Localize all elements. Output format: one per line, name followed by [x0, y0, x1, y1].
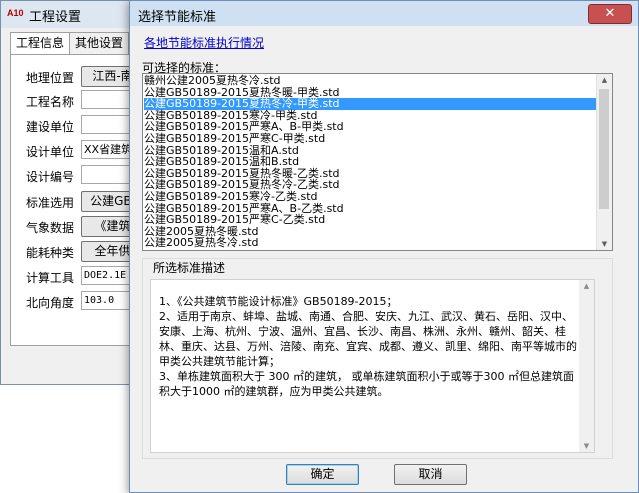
- calc-tool-label: 计算工具: [26, 271, 75, 285]
- app-logo-icon: A10: [7, 8, 24, 18]
- tab-other-settings[interactable]: 其他设置: [69, 32, 129, 54]
- design-unit-field[interactable]: XX省建筑: [81, 140, 133, 159]
- scroll-thumb[interactable]: [599, 89, 609, 209]
- description-text: 1、《公共建筑节能设计标准》GB50189-2015； 2、适用于南京、蚌埠、盐…: [159, 295, 577, 398]
- dialog-titlebar[interactable]: 选择节能标准 ✕: [130, 1, 638, 26]
- scroll-down-icon[interactable]: ▼: [597, 238, 612, 250]
- design-unit-label: 设计单位: [26, 145, 75, 159]
- window-title: 工程设置: [29, 10, 82, 25]
- select-standard-dialog: 选择节能标准 ✕ 各地节能标准执行情况 可选择的标准： 赣州公建2005夏热冬冷…: [129, 0, 639, 493]
- standards-status-link[interactable]: 各地节能标准执行情况: [144, 34, 264, 51]
- dialog-title: 选择节能标准: [138, 10, 217, 25]
- scroll-up-icon[interactable]: ▲: [597, 74, 612, 86]
- location-label: 地理位置: [26, 71, 75, 85]
- standards-listbox[interactable]: 赣州公建2005夏热冬冷.std 公建GB50189-2015夏热冬暖-甲类.st…: [142, 73, 613, 251]
- tab-project-info[interactable]: 工程信息: [10, 32, 70, 55]
- standards-scrollbar[interactable]: ▲ ▼: [596, 74, 612, 250]
- calc-tool-select[interactable]: DOE2.1E: [81, 266, 133, 285]
- client-label: 建设单位: [26, 120, 75, 134]
- description-box: 1、《公共建筑节能设计标准》GB50189-2015； 2、适用于南京、蚌埠、盐…: [150, 279, 595, 453]
- north-angle-field[interactable]: 103.0: [81, 291, 133, 310]
- ok-button[interactable]: 确定: [286, 464, 359, 485]
- energy-type-label: 能耗种类: [26, 246, 75, 260]
- weather-data-label: 气象数据: [26, 221, 75, 235]
- description-scrollbar[interactable]: ▲ ▼: [579, 280, 594, 452]
- project-name-label: 工程名称: [26, 95, 75, 109]
- north-angle-label: 北向角度: [26, 296, 75, 310]
- client-field[interactable]: [81, 115, 133, 134]
- design-number-field[interactable]: [81, 165, 133, 184]
- close-button[interactable]: ✕: [588, 4, 632, 24]
- standard-label: 标准选用: [26, 196, 75, 210]
- design-number-label: 设计编号: [26, 170, 75, 184]
- project-name-field[interactable]: [81, 90, 133, 109]
- close-icon: ✕: [604, 6, 616, 21]
- desc-scroll-up-icon[interactable]: ▲: [579, 280, 594, 292]
- cancel-button[interactable]: 取消: [394, 464, 467, 485]
- description-label: 所选标准描述: [150, 259, 229, 276]
- standard-list-item[interactable]: 公建2005夏热冬冷.std: [144, 237, 596, 249]
- desc-scroll-down-icon[interactable]: ▼: [579, 440, 594, 452]
